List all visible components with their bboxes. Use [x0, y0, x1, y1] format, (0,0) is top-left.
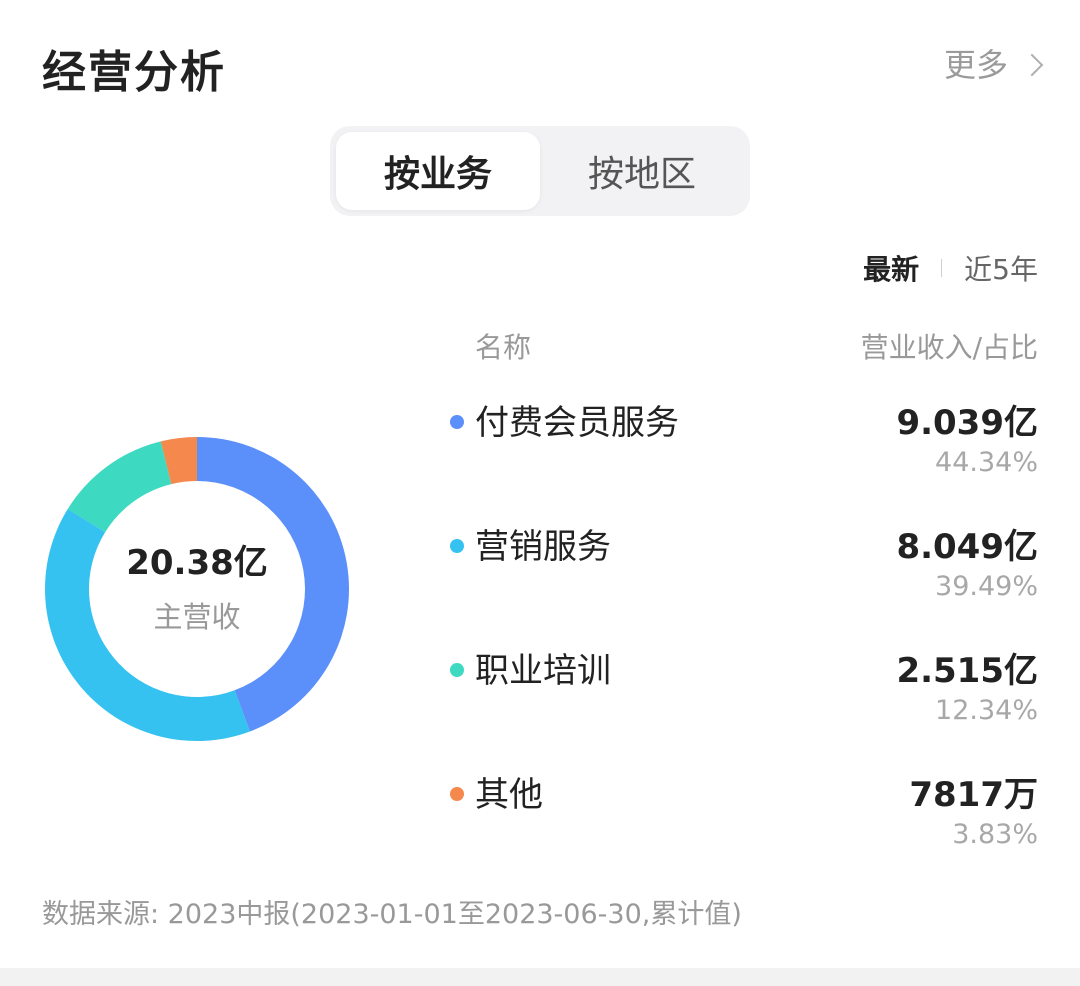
period-divider [941, 259, 943, 277]
legend-dot [450, 663, 464, 677]
legend-item[interactable]: 付费会员服务 9.039亿 44.34% [450, 395, 1038, 505]
segment-revenue: 9.039亿 [896, 403, 1038, 443]
segment-name: 营销服务 [475, 527, 611, 567]
segment-share: 39.49% [935, 571, 1038, 602]
segment-name: 付费会员服务 [475, 403, 679, 443]
segment-revenue: 8.049亿 [896, 527, 1038, 567]
segment-revenue: 2.515亿 [896, 651, 1038, 691]
legend-dot [450, 415, 464, 429]
legend-item[interactable]: 其他 7817万 3.83% [450, 767, 1038, 877]
period-latest[interactable]: 最新 [863, 248, 919, 288]
donut-chart [44, 437, 350, 741]
column-header-name: 名称 [475, 331, 532, 364]
legend-dot [450, 787, 464, 801]
donut-slice-2[interactable] [44, 508, 250, 741]
donut-slice-1[interactable] [197, 437, 350, 732]
legend-item[interactable]: 营销服务 8.049亿 39.49% [450, 519, 1038, 629]
tab-by-region[interactable]: 按地区 [540, 132, 744, 210]
segment-revenue: 7817万 [909, 775, 1038, 815]
legend-dot [450, 539, 464, 553]
segment-share: 12.34% [935, 695, 1038, 726]
more-label: 更多 [943, 46, 1008, 84]
page-title: 经营分析 [42, 47, 226, 98]
segment-name: 其他 [475, 775, 543, 815]
period-5-years[interactable]: 近5年 [964, 248, 1038, 288]
donut-slice-3[interactable] [67, 441, 172, 533]
more-link[interactable]: 更多 [943, 40, 1044, 86]
segment-name: 职业培训 [475, 651, 611, 691]
chevron-right-icon [1020, 53, 1044, 77]
period-switch: 最新 近5年 [863, 248, 1038, 288]
bottom-divider [0, 968, 1080, 986]
segment-share: 44.34% [935, 447, 1038, 478]
segment-share: 3.83% [952, 819, 1038, 850]
data-source-note: 数据来源: 2023中报(2023-01-01至2023-06-30,累计值) [42, 899, 742, 930]
tab-by-business[interactable]: 按业务 [336, 132, 540, 210]
column-header-value: 营业收入/占比 [860, 331, 1038, 364]
legend-item[interactable]: 职业培训 2.515亿 12.34% [450, 643, 1038, 753]
segment-tabs: 按业务 按地区 [330, 126, 750, 216]
